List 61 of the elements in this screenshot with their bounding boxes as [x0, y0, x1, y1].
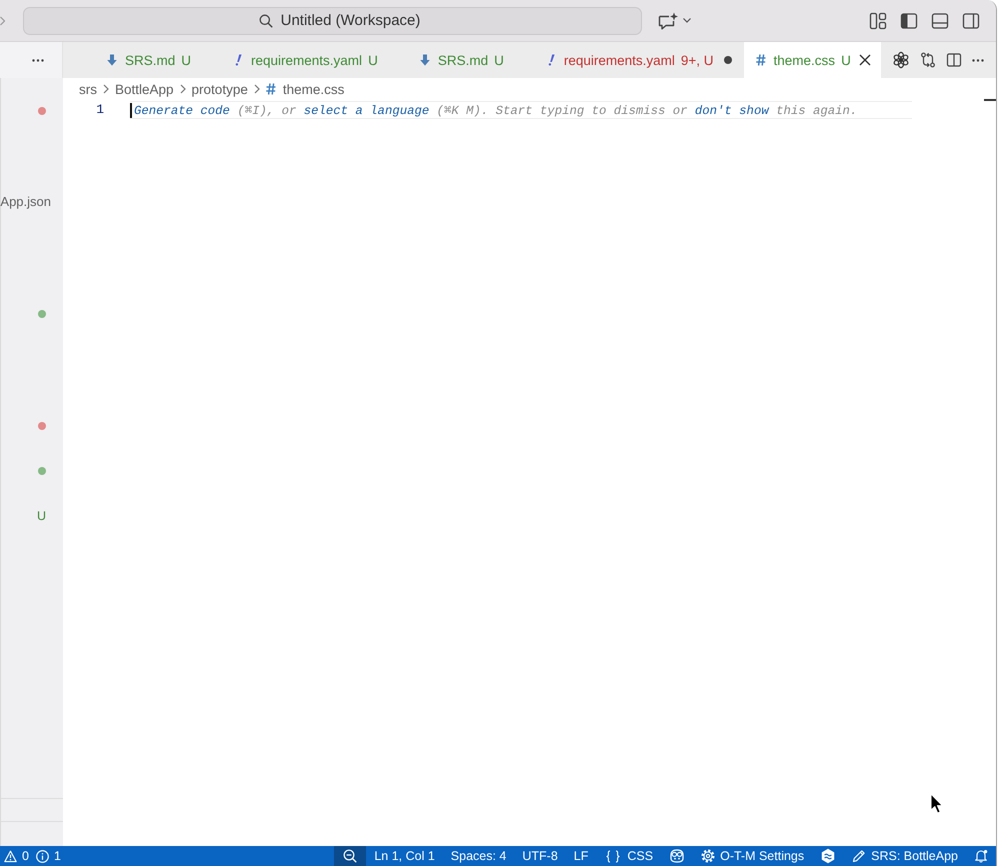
down-arrow-icon — [107, 54, 117, 66]
status-letter: U — [36, 509, 46, 524]
tab[interactable]: SRS.md U — [95, 42, 222, 78]
breadcrumb-item[interactable]: theme.css — [266, 82, 344, 96]
flower-knot-icon[interactable] — [892, 51, 910, 69]
tab[interactable]: requirements.yaml U — [221, 42, 408, 78]
search-icon — [258, 14, 273, 28]
hint-link[interactable]: Generate code — [134, 104, 230, 118]
caret-down-icon[interactable] — [683, 18, 691, 23]
breadcrumb-item[interactable]: prototype — [192, 82, 248, 96]
hash-icon — [756, 54, 766, 66]
close-icon[interactable] — [858, 54, 871, 66]
bell-icon — [974, 849, 988, 863]
zoom-button[interactable] — [334, 846, 366, 866]
chat-sparkle-icon[interactable] — [657, 12, 679, 30]
panel-right-icon[interactable] — [962, 12, 980, 30]
exclamation-icon — [233, 54, 244, 66]
info-icon — [36, 850, 49, 862]
command-center-button[interactable]: Untitled (Workspace) — [23, 6, 642, 34]
encoding-status[interactable]: UTF-8 — [514, 846, 566, 866]
warning-count[interactable]: 0 — [0, 846, 32, 866]
gear-icon — [701, 849, 716, 863]
pencil-icon — [852, 849, 866, 863]
tab[interactable]: SRS.md U — [408, 42, 534, 78]
breadcrumb-item[interactable]: srs — [79, 82, 97, 96]
hint-link[interactable]: don't show — [694, 104, 769, 118]
zoom-out-icon — [343, 849, 358, 863]
goggles-face-icon — [669, 848, 686, 864]
inline-hint: Generate code (⌘I), or select a language (⌘K M). Start typing to dismiss or don't show this again. — [134, 102, 858, 118]
indentation-status[interactable]: Spaces: 4 — [442, 846, 514, 866]
exclamation-icon — [546, 54, 556, 66]
line-number: 1 — [95, 101, 105, 119]
breadcrumb-item[interactable]: BottleApp — [115, 82, 174, 96]
hash-icon — [266, 83, 276, 95]
line-ending-status[interactable]: LF — [566, 846, 596, 866]
chevron-right-icon — [103, 84, 109, 94]
warning-icon — [4, 850, 17, 862]
tab[interactable]: theme.css U — [744, 42, 881, 78]
mouse-pointer-icon — [930, 793, 944, 815]
chevron-right-icon — [0, 16, 5, 26]
chevron-right-icon — [180, 84, 186, 94]
compare-arrows-icon[interactable] — [920, 52, 936, 68]
info-count[interactable]: 1 — [32, 846, 64, 866]
more-icon[interactable] — [972, 58, 984, 62]
panel-bottom-icon[interactable] — [931, 12, 949, 30]
settings-button[interactable]: O-T-M Settings — [693, 846, 812, 866]
split-editor-icon[interactable] — [946, 52, 962, 68]
braces-icon — [604, 850, 622, 862]
layout-grid-icon[interactable] — [869, 12, 887, 30]
hint-link[interactable]: select a language — [304, 104, 430, 118]
language-mode[interactable]: CSS — [596, 846, 662, 866]
cursor-position[interactable]: Ln 1, Col 1 — [366, 846, 443, 866]
down-arrow-icon — [420, 54, 430, 66]
mode-status[interactable]: SRS: BottleApp — [844, 846, 966, 866]
more-icon[interactable] — [32, 58, 44, 62]
file-name[interactable]: App.json — [0, 194, 51, 209]
panel-left-filled-icon[interactable] — [900, 12, 918, 30]
chevron-right-icon — [254, 84, 260, 94]
text-cursor-icon — [130, 102, 132, 118]
tab[interactable]: requirements.yaml 9+, U — [534, 42, 744, 78]
ruler-mark-icon — [984, 99, 996, 101]
